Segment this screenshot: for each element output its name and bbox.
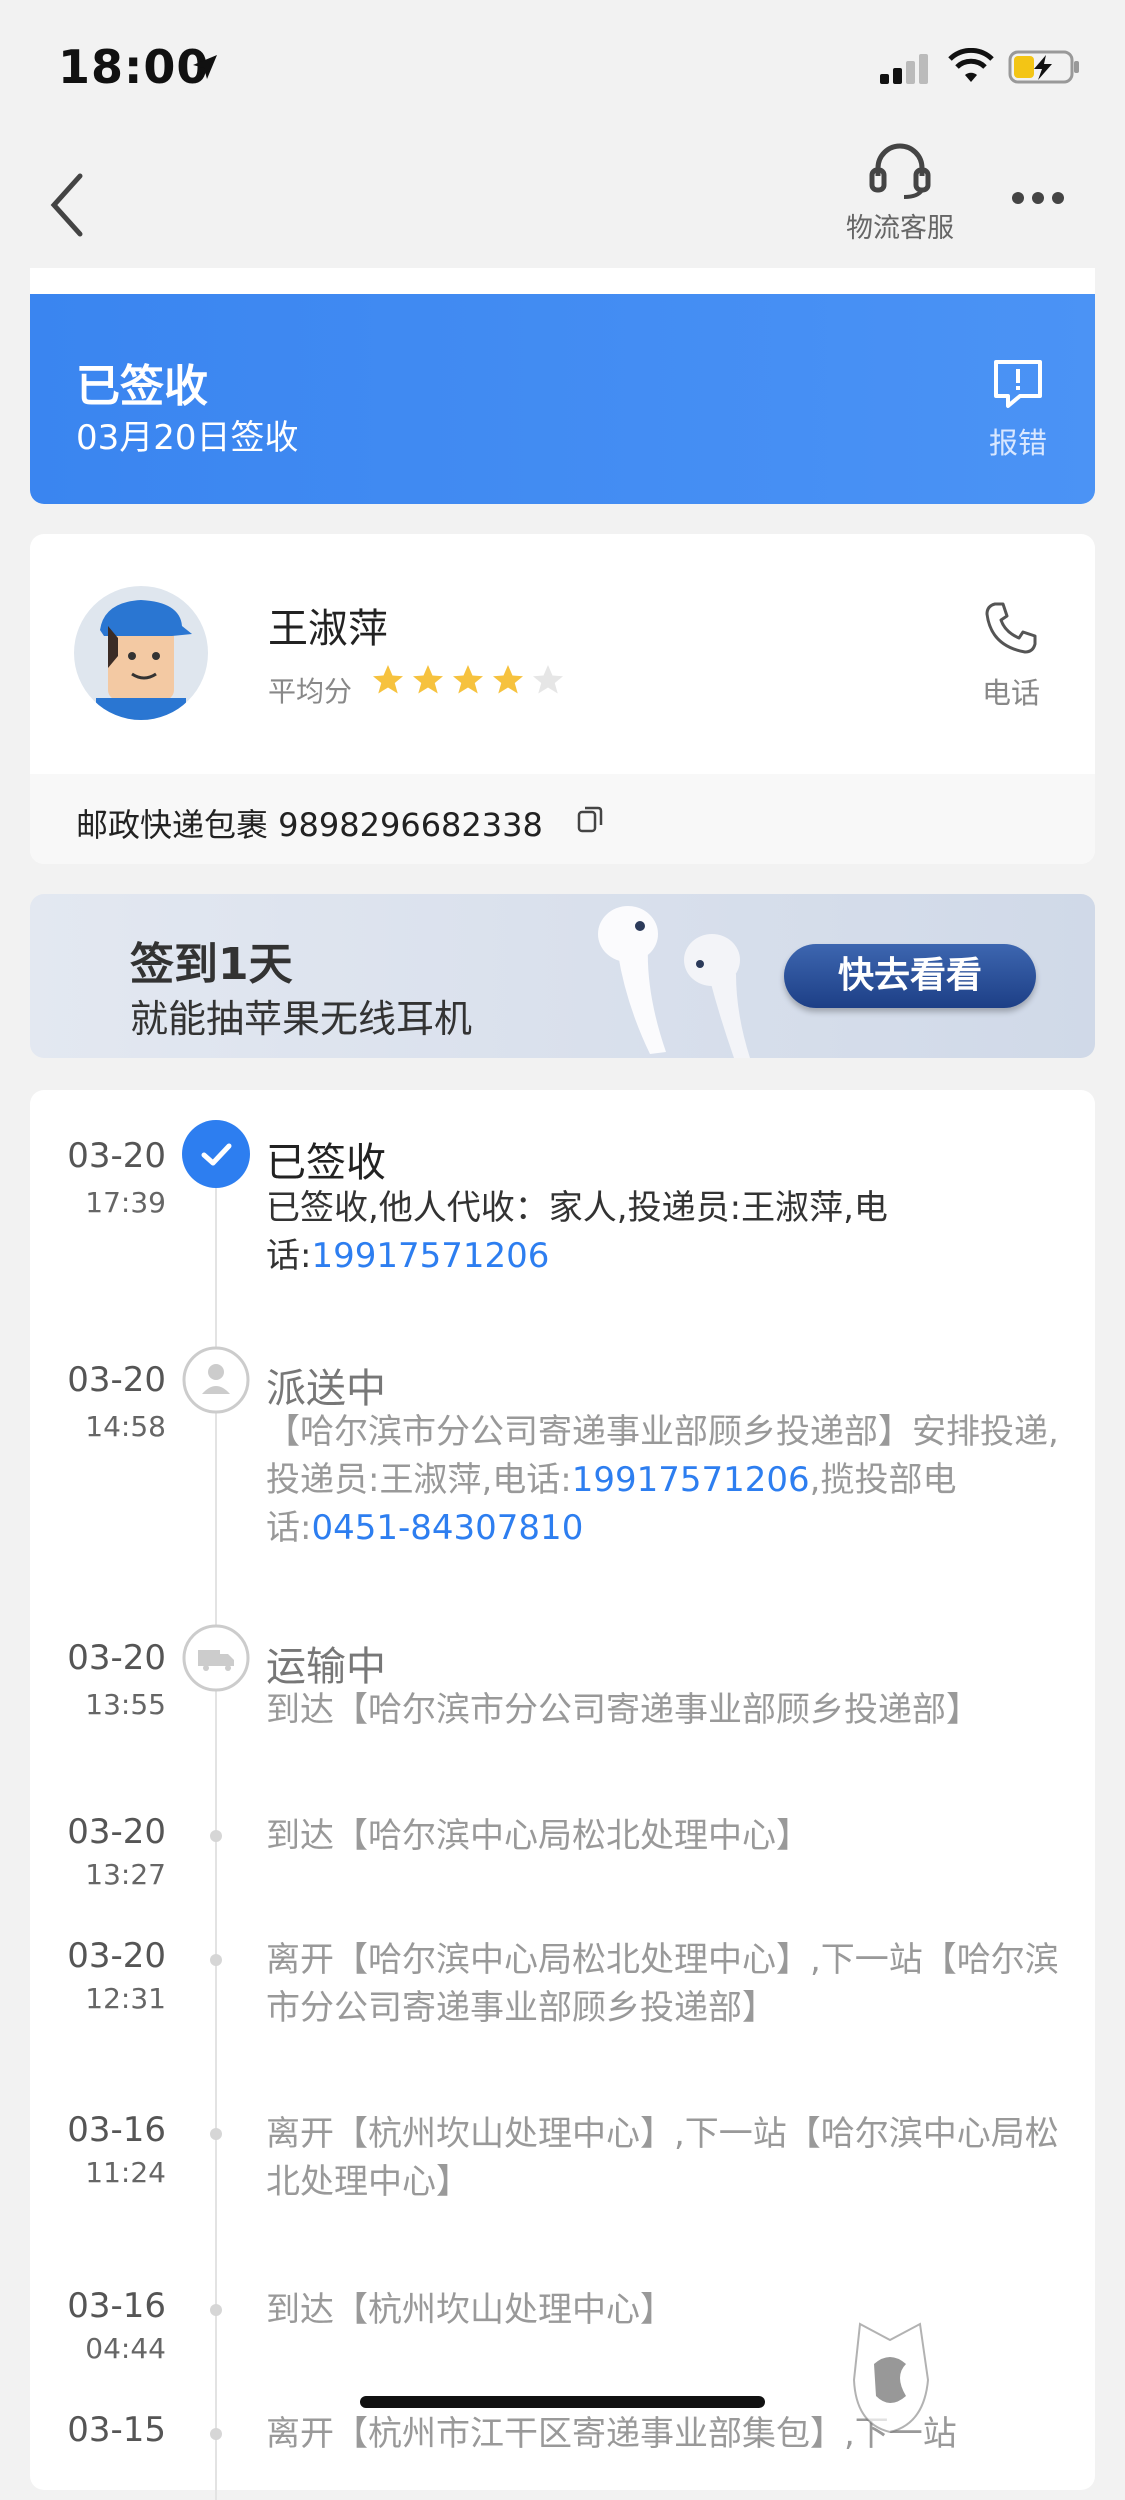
card-edge bbox=[30, 268, 1095, 294]
star-icon bbox=[453, 665, 483, 694]
timeline-dot bbox=[210, 2428, 222, 2440]
courier-avatar bbox=[74, 586, 208, 720]
status-bar: 18:00 bbox=[0, 0, 1125, 130]
report-error-button[interactable]: 报错 bbox=[983, 356, 1053, 462]
event-time: 17:39 bbox=[85, 1186, 166, 1219]
report-label: 报错 bbox=[988, 426, 1047, 460]
report-bubble-icon bbox=[994, 360, 1042, 408]
star-icon bbox=[373, 665, 403, 694]
event-description: 已签收,他人代收：家人,投递员:王淑萍,电话:19917571206 bbox=[266, 1188, 888, 1276]
more-icon[interactable] bbox=[1010, 190, 1066, 206]
home-indicator bbox=[360, 2396, 765, 2408]
checkmark-circle-icon bbox=[182, 1120, 250, 1188]
battery-charging-icon bbox=[1008, 50, 1079, 84]
phone-icon bbox=[985, 602, 1037, 654]
event-time: 14:58 bbox=[85, 1410, 166, 1443]
event-description: 到达【哈尔滨市分公司寄递事业部顾乡投递部】 bbox=[266, 1690, 980, 1730]
location-arrow-icon bbox=[193, 55, 217, 79]
star-icon bbox=[413, 665, 443, 694]
timeline-dot bbox=[210, 1830, 222, 1842]
event-time: 11:24 bbox=[85, 2156, 166, 2189]
courier-card: 王淑萍 平均分 电话 邮政快递包裹 9898296682338 bbox=[30, 534, 1095, 864]
promo-banner[interactable]: 签到1天 就能抽苹果无线耳机 快去看看 bbox=[30, 894, 1095, 1058]
event-title: 已签收 bbox=[266, 1140, 386, 1186]
tracking-row: 邮政快递包裹 9898296682338 bbox=[30, 774, 1095, 864]
event-date: 03-16 bbox=[67, 2286, 166, 2326]
event-date: 03-15 bbox=[67, 2410, 166, 2450]
blackcat-watermark bbox=[850, 2320, 1125, 2436]
tracking-timeline: 03-20 17:39 已签收 已签收,他人代收：家人,投递员:王淑萍,电话:1… bbox=[30, 1090, 1095, 2500]
earbuds-image bbox=[598, 906, 750, 1058]
copy-icon[interactable] bbox=[576, 804, 604, 834]
phone-link[interactable]: 0451-84307810 bbox=[311, 1508, 583, 1548]
event-description: 【哈尔滨市分公司寄递事业部顾乡投递部】安排投递,投递员:王淑萍,电话:19917… bbox=[266, 1412, 1059, 1548]
delivery-status-banner: 已签收 03月20日签收 报错 bbox=[30, 294, 1095, 504]
event-time: 13:55 bbox=[85, 1688, 166, 1721]
event-date: 03-20 bbox=[67, 1638, 166, 1678]
truck-circle-icon bbox=[182, 1624, 250, 1692]
promo-subline: 就能抽苹果无线耳机 bbox=[130, 997, 473, 1041]
phone-link[interactable]: 19917571206 bbox=[572, 1460, 810, 1500]
cellular-signal-icon bbox=[880, 54, 928, 84]
timeline-dot bbox=[210, 2304, 222, 2316]
event-time: 12:31 bbox=[85, 1982, 166, 2015]
event-date: 03-20 bbox=[67, 1136, 166, 1176]
star-icon bbox=[533, 665, 563, 694]
person-circle-icon bbox=[182, 1346, 250, 1414]
event-time: 04:44 bbox=[85, 2332, 166, 2365]
promo-headline: 签到1天 bbox=[130, 939, 293, 990]
event-time: 13:27 bbox=[85, 1858, 166, 1891]
event-date: 03-16 bbox=[67, 2110, 166, 2150]
event-description: 到达【哈尔滨中心局松北处理中心】 bbox=[266, 1816, 810, 1856]
promo-cta-button[interactable]: 快去看看 bbox=[784, 944, 1036, 1008]
courier-name: 王淑萍 bbox=[268, 606, 388, 652]
event-description: 离开【杭州坎山处理中心】,下一站【哈尔滨中心局松北处理中心】 bbox=[266, 2114, 1059, 2202]
status-time: 18:00 bbox=[58, 40, 210, 94]
timeline-dot bbox=[210, 2128, 222, 2140]
service-label: 物流客服 bbox=[846, 213, 954, 244]
event-title: 运输中 bbox=[266, 1644, 386, 1690]
back-chevron-icon[interactable] bbox=[48, 170, 88, 240]
rating-label: 平均分 bbox=[268, 675, 353, 708]
phone-label: 电话 bbox=[981, 676, 1040, 710]
logistics-service-button[interactable]: 物流客服 bbox=[830, 140, 970, 245]
headset-icon bbox=[869, 143, 931, 199]
star-icon bbox=[493, 665, 523, 694]
rating-stars bbox=[370, 662, 566, 698]
call-courier-button[interactable]: 电话 bbox=[971, 598, 1051, 712]
delivery-status-title: 已签收 bbox=[76, 361, 208, 412]
delivery-date: 03月20日签收 bbox=[76, 418, 299, 458]
event-date: 03-20 bbox=[67, 1936, 166, 1976]
nav-bar: 物流客服 bbox=[0, 140, 1125, 270]
event-date: 03-20 bbox=[67, 1812, 166, 1852]
event-description: 离开【哈尔滨中心局松北处理中心】,下一站【哈尔滨市分公司寄递事业部顾乡投递部】 bbox=[266, 1940, 1059, 2028]
tracking-number: 邮政快递包裹 9898296682338 bbox=[76, 806, 543, 844]
wifi-icon bbox=[948, 48, 994, 82]
timeline-dot bbox=[210, 1954, 222, 1966]
event-title: 派送中 bbox=[266, 1366, 386, 1412]
event-date: 03-20 bbox=[67, 1360, 166, 1400]
phone-link[interactable]: 19917571206 bbox=[311, 1236, 549, 1276]
